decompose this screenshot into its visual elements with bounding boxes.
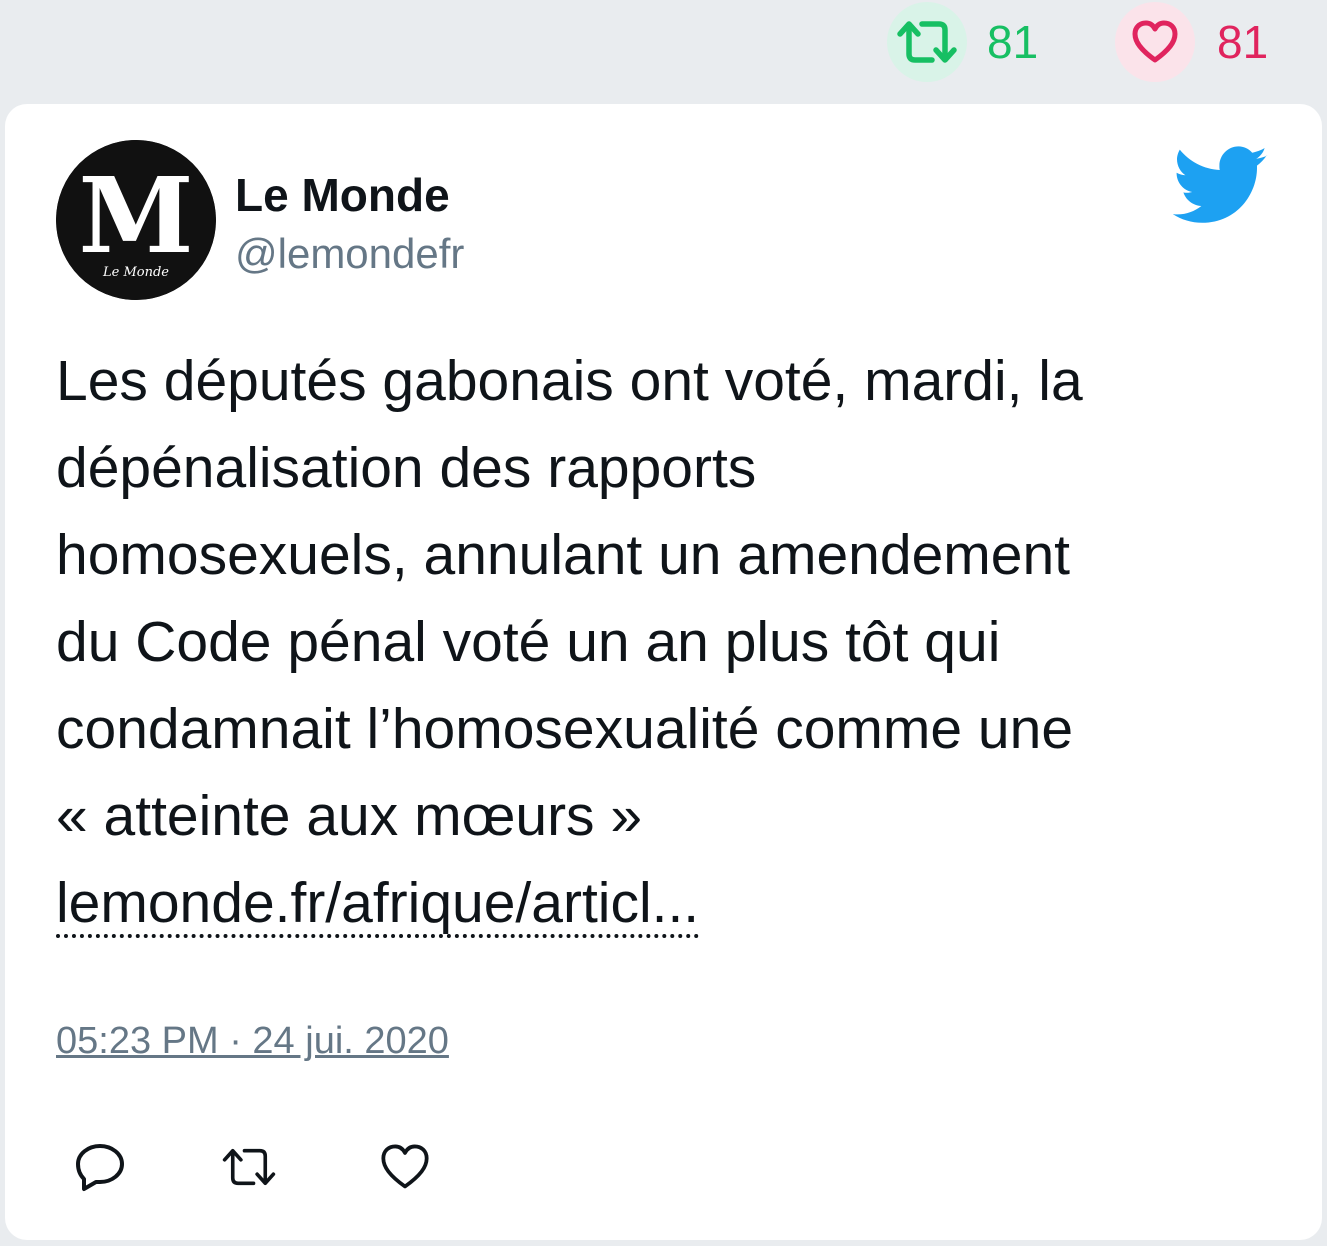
like-stat[interactable]: 81 <box>1115 2 1268 82</box>
tweet-line: homosexuels, annulant un amendement <box>56 523 1071 587</box>
tweet-link-line: lemonde.fr/afrique/articl... <box>56 860 1286 947</box>
tweet-text: Les députés gabonais ont voté, mardi, la… <box>56 338 1286 947</box>
engagement-summary: 81 81 <box>0 0 1327 100</box>
article-link[interactable]: lemonde.fr/afrique/articl... <box>56 875 700 938</box>
tweet-line: « atteinte aux mœurs » <box>56 784 643 848</box>
retweet-stat[interactable]: 81 <box>887 2 1038 82</box>
tweet-line: du Code pénal voté un an plus tôt qui <box>56 610 1001 674</box>
tweet-line: condamnait l’homosexualité comme une <box>56 697 1074 761</box>
tweet-line: dépénalisation des rapports <box>56 436 757 500</box>
retweet-action-icon[interactable] <box>221 1139 277 1195</box>
avatar-logo-text: Le Monde <box>102 265 169 280</box>
tweet-line: Les députés gabonais ont voté, mardi, la <box>56 349 1083 413</box>
svg-text:M: M <box>78 154 193 277</box>
heart-icon[interactable] <box>1115 2 1195 82</box>
twitter-bird-icon[interactable] <box>1172 146 1269 231</box>
retweet-count: 81 <box>987 16 1039 68</box>
tweet-timestamp[interactable]: 05:23 PM · 24 jui. 2020 <box>56 1020 449 1063</box>
retweet-icon[interactable] <box>887 2 967 82</box>
reply-icon[interactable] <box>72 1139 128 1195</box>
like-count: 81 <box>1217 16 1269 68</box>
author-name[interactable]: Le Monde <box>235 168 450 222</box>
tweet-card: M Le Monde Le Monde @lemondefr Les déput… <box>5 104 1322 1240</box>
avatar[interactable]: M Le Monde <box>56 140 216 300</box>
heart-action-icon[interactable] <box>377 1139 433 1195</box>
author-handle[interactable]: @lemondefr <box>235 230 464 278</box>
